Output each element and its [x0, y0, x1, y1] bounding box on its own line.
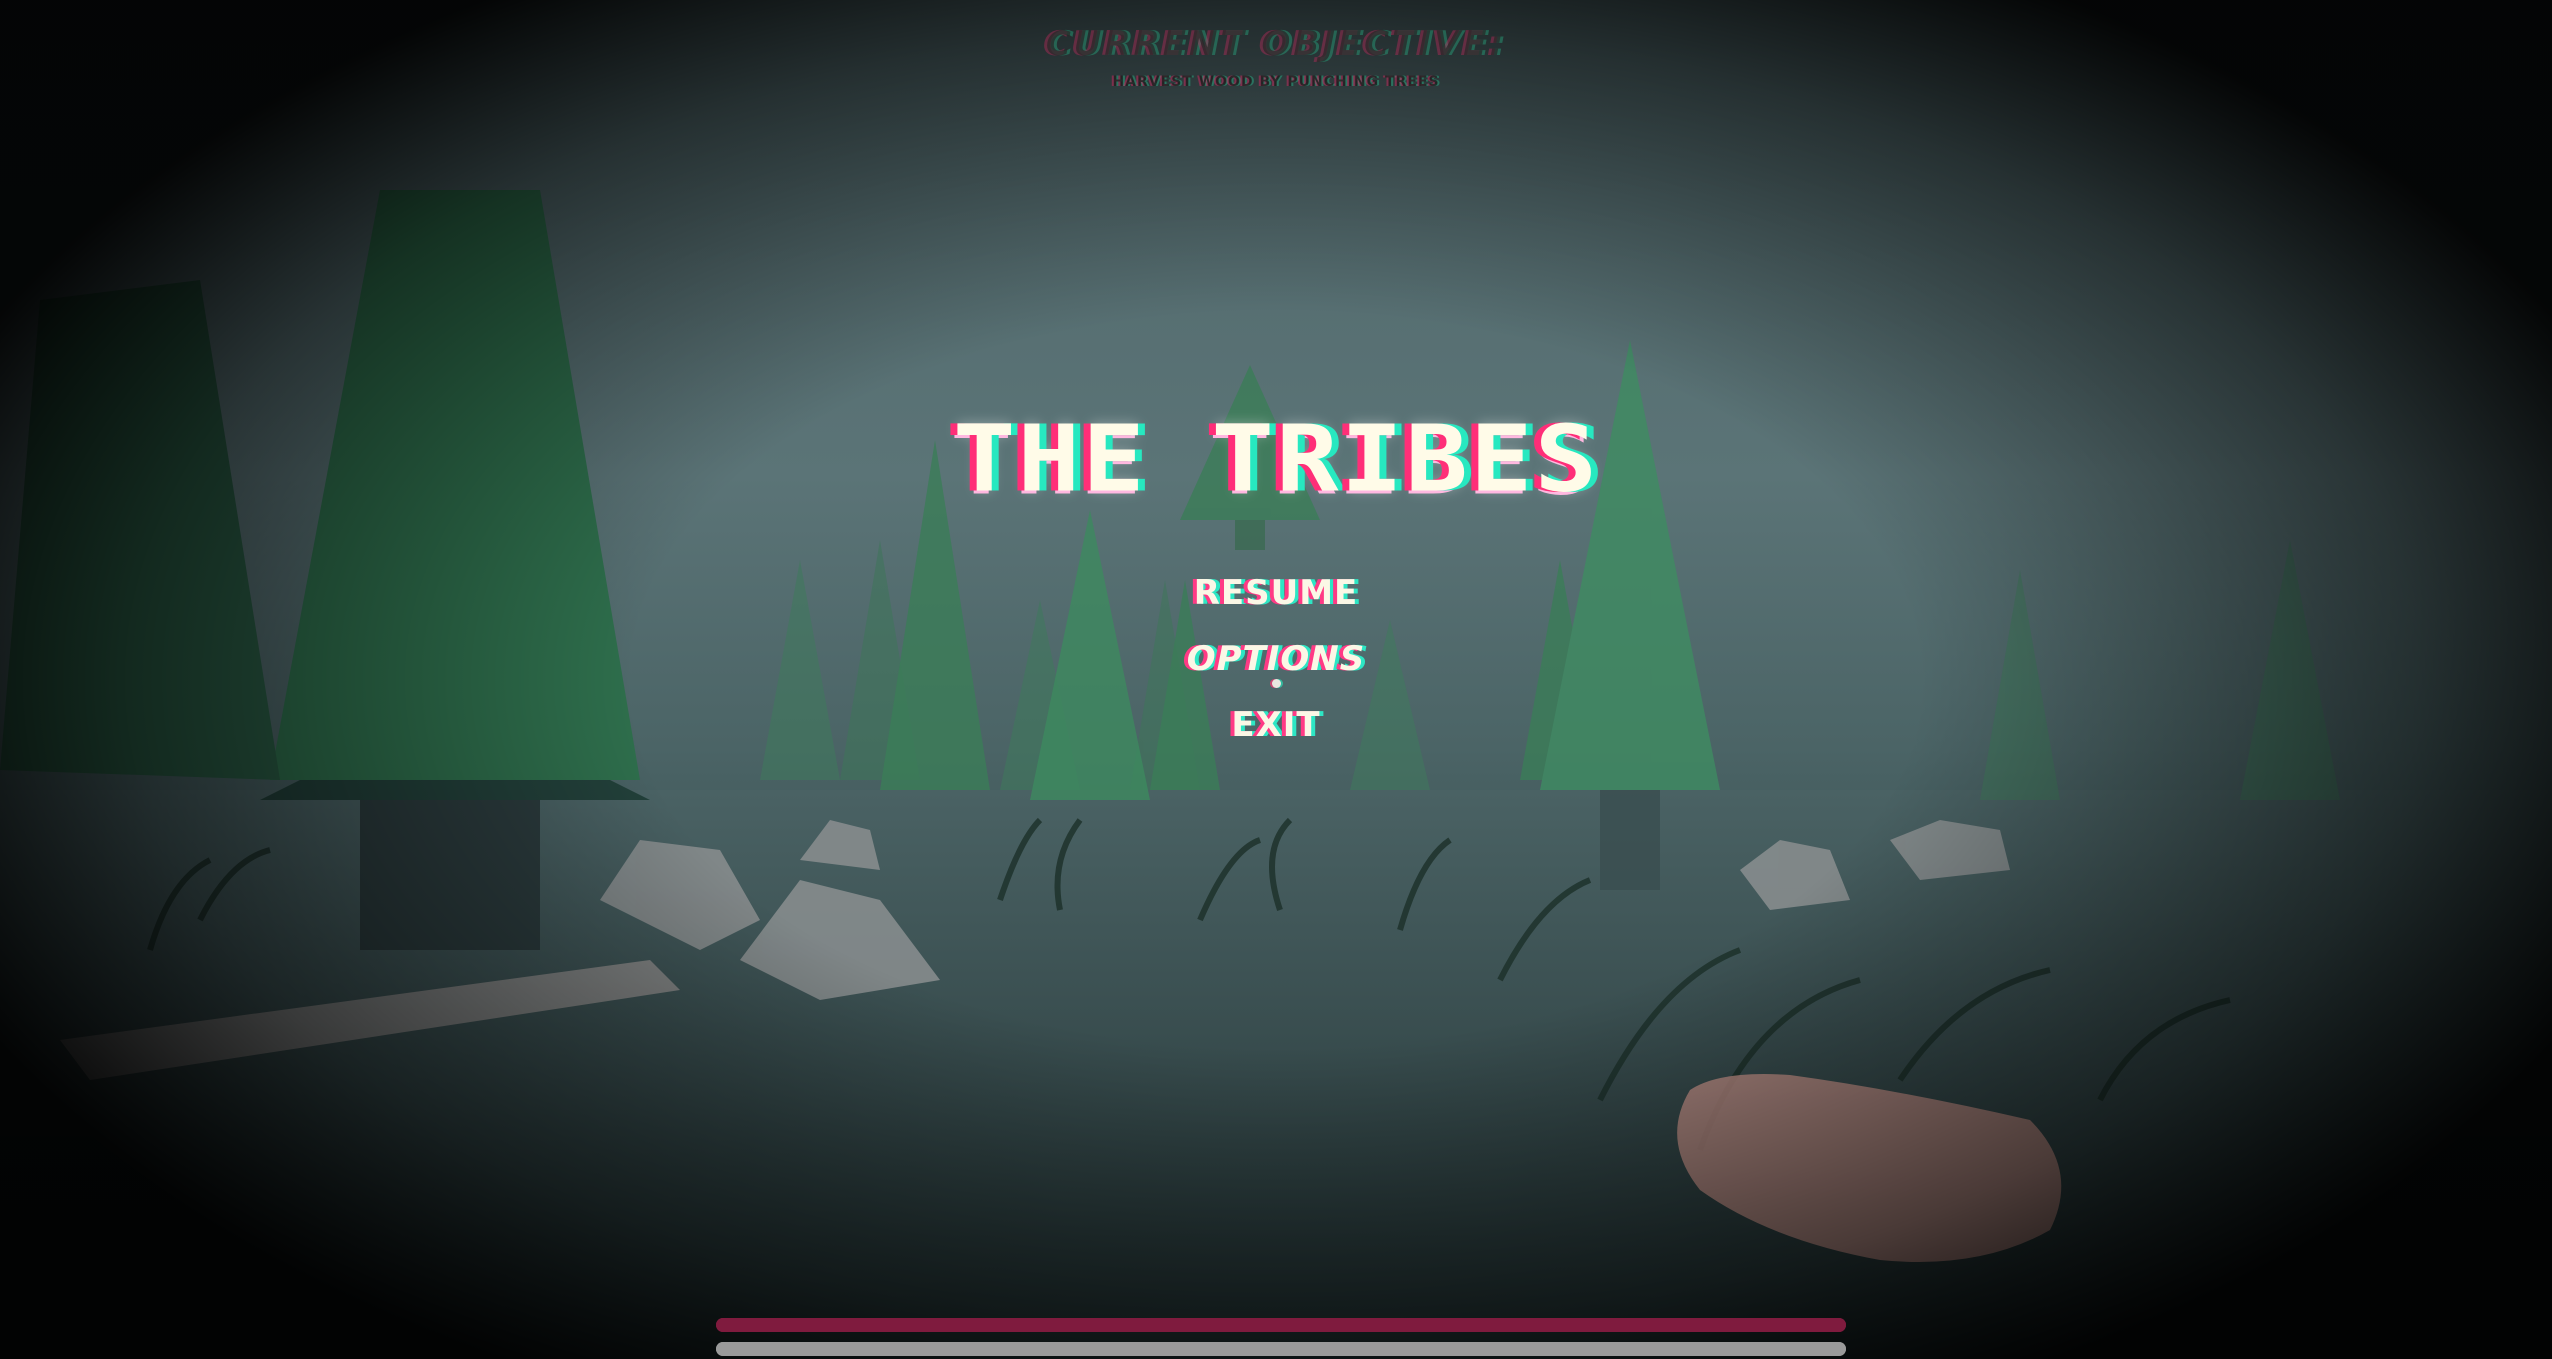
exit-button[interactable]: EXIT: [1231, 692, 1320, 758]
pause-menu: RESUME OPTIONS EXIT: [0, 560, 2552, 758]
stamina-bar-fill: [716, 1342, 1846, 1356]
health-bar-fill: [716, 1318, 1846, 1332]
game-title: THE TRIBES: [952, 405, 1600, 513]
stamina-bar: [716, 1342, 1846, 1356]
health-bar: [716, 1318, 1846, 1332]
objective-text: HARVEST WOOD BY PUNCHING TREES: [1112, 74, 1440, 90]
crosshair-icon: [1272, 679, 1281, 688]
objective-title: CURRENT OBJECTIVE:: [1045, 24, 1507, 64]
resume-button[interactable]: RESUME: [1194, 560, 1359, 626]
game-screen: CURRENT OBJECTIVE: HARVEST WOOD BY PUNCH…: [0, 0, 2552, 1359]
objective-panel: CURRENT OBJECTIVE: HARVEST WOOD BY PUNCH…: [0, 24, 2552, 90]
